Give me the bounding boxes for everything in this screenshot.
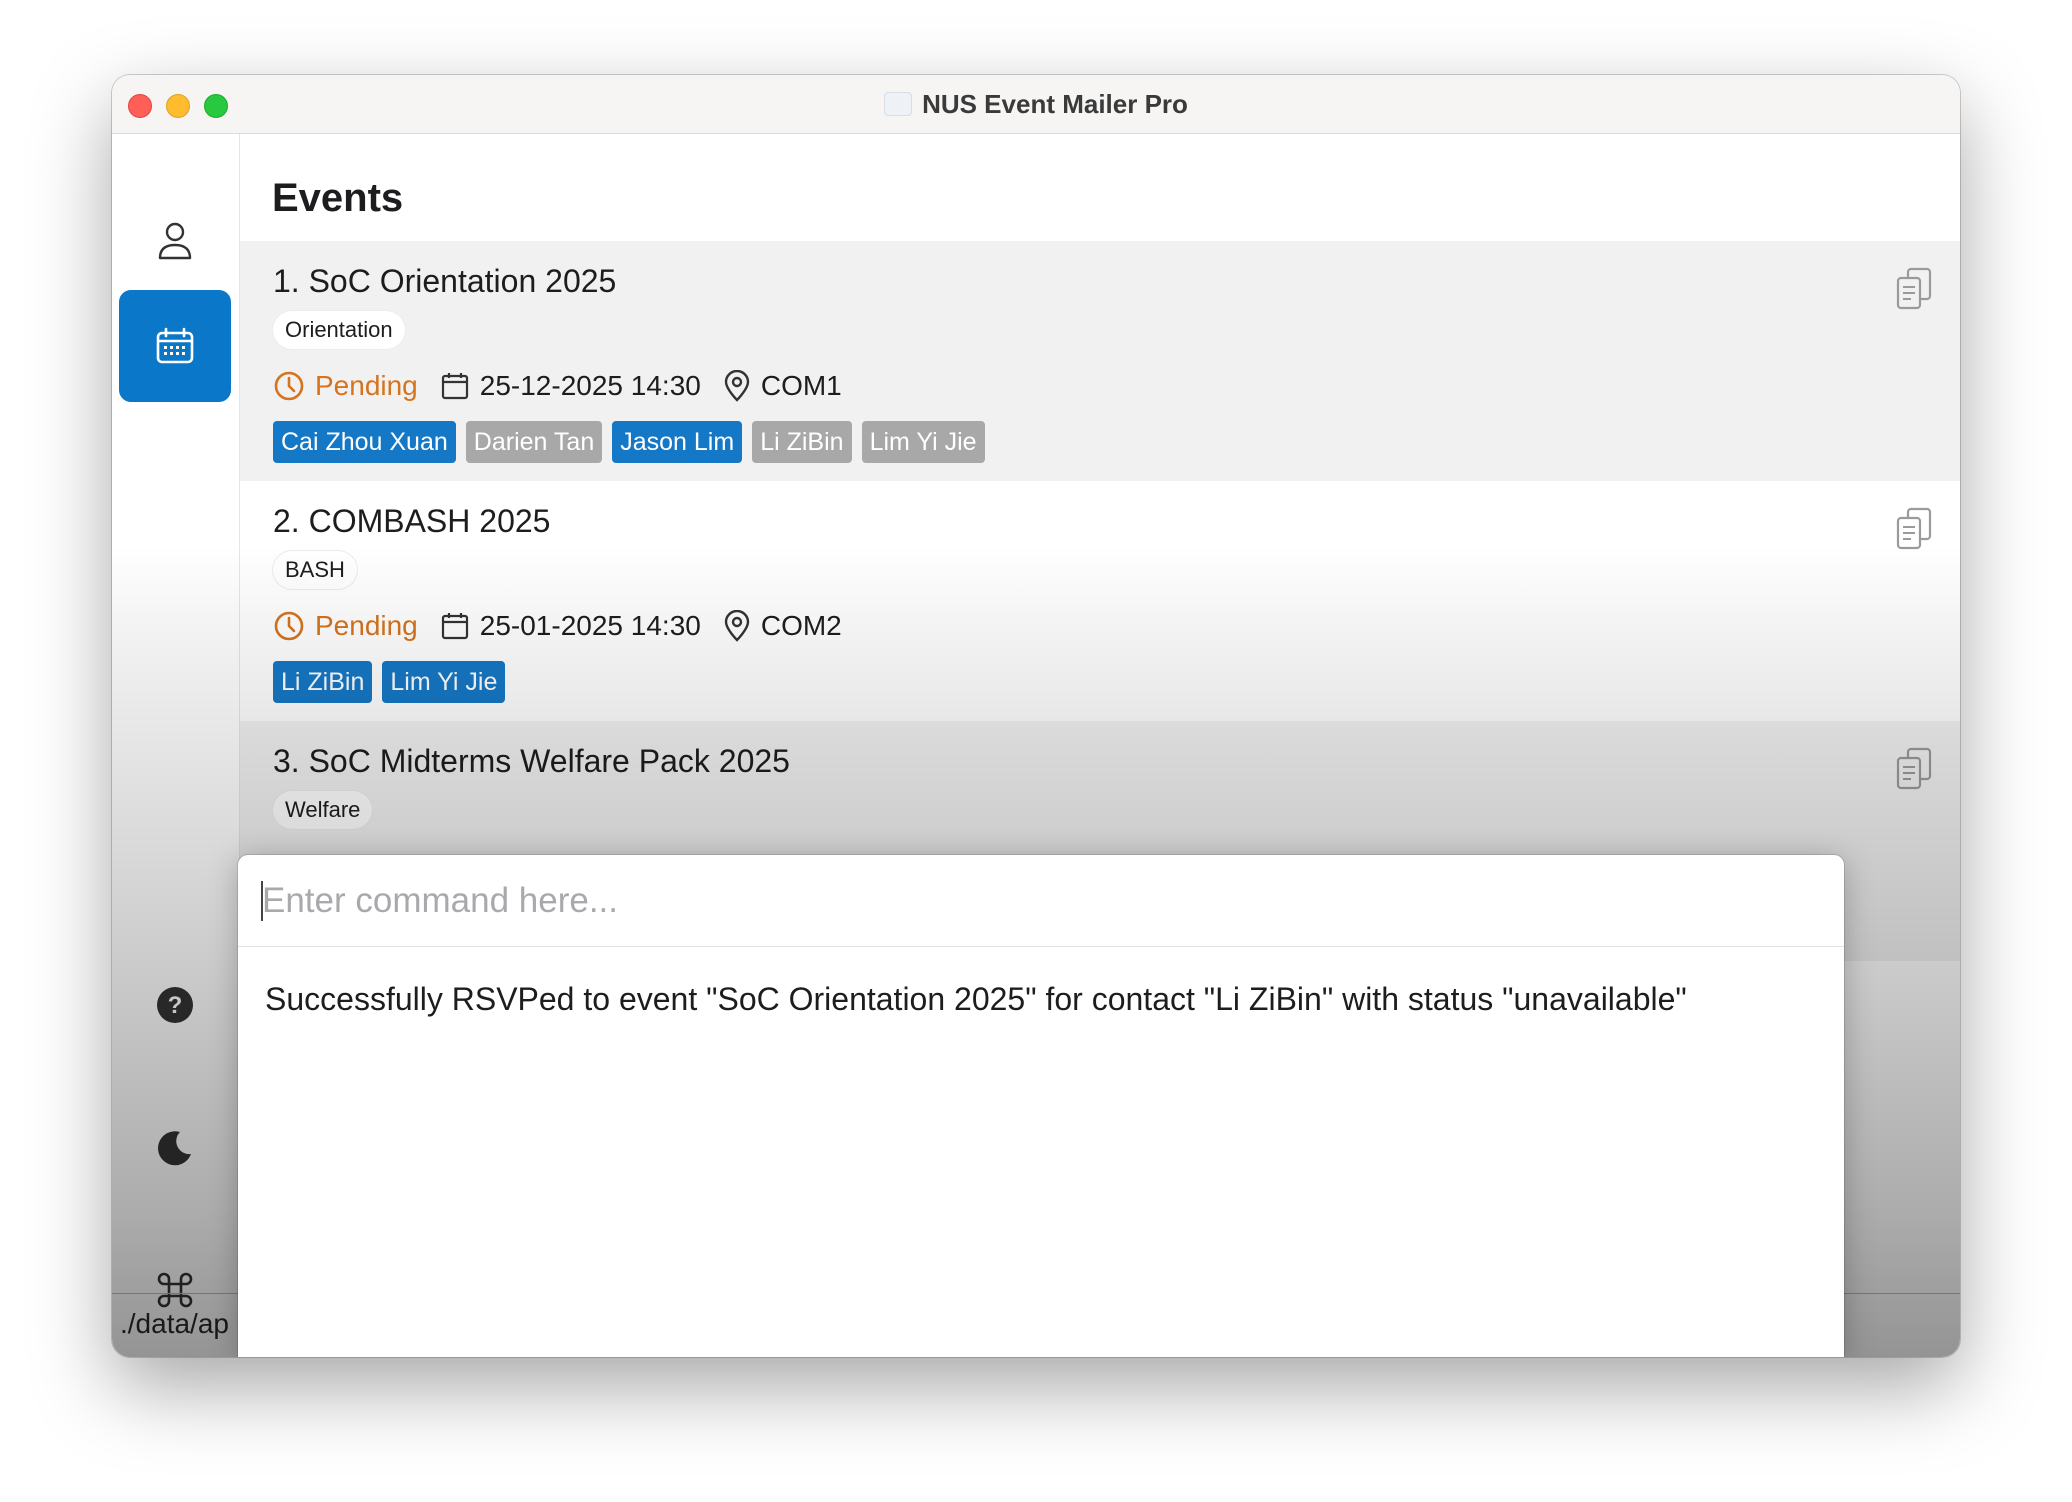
event-name: 1. SoC Orientation 2025 bbox=[273, 263, 617, 299]
clock-icon bbox=[274, 371, 304, 401]
contact-chip: Darien Tan bbox=[465, 421, 603, 463]
copy-icon[interactable] bbox=[1894, 507, 1934, 551]
svg-text:?: ? bbox=[168, 992, 183, 1019]
command-result: Successfully RSVPed to event "SoC Orient… bbox=[265, 981, 1687, 1017]
event-card[interactable]: 1. SoC Orientation 2025 Orientation Pend… bbox=[240, 241, 1960, 481]
contact-chip: Lim Yi Jie bbox=[382, 661, 506, 703]
calendar-icon bbox=[441, 613, 468, 640]
person-icon bbox=[158, 222, 192, 260]
event-meta: Pending 25-12-2025 14:30 COM1 bbox=[273, 367, 864, 405]
text-caret bbox=[261, 881, 263, 921]
event-meta: Pending 25-01-2025 14:30 COM2 bbox=[273, 607, 864, 645]
copy-icon[interactable] bbox=[1894, 267, 1934, 311]
event-datetime: 25-01-2025 14:30 bbox=[440, 610, 701, 642]
location-pin-icon bbox=[724, 370, 750, 402]
event-type-tag: Welfare bbox=[273, 791, 373, 829]
event-datetime: 25-12-2025 14:30 bbox=[440, 370, 701, 402]
title-bar: NUS Event Mailer Pro bbox=[112, 75, 1960, 134]
event-datetime-label: 25-01-2025 14:30 bbox=[479, 610, 701, 641]
event-location: COM2 bbox=[723, 610, 842, 642]
sidebar: ? bbox=[112, 134, 240, 1357]
event-type-tag: Orientation bbox=[273, 311, 405, 349]
app-window: NUS Event Mailer Pro ? Events 1. SoC Ori… bbox=[112, 75, 1960, 1357]
event-status: Pending bbox=[273, 370, 418, 402]
location-pin-icon bbox=[724, 610, 750, 642]
data-file-path: ./data/ap bbox=[120, 1308, 229, 1339]
contact-chip: Cai Zhou Xuan bbox=[273, 421, 456, 463]
clock-icon bbox=[274, 611, 304, 641]
sidebar-item-theme[interactable] bbox=[119, 1092, 231, 1204]
sidebar-item-help[interactable]: ? bbox=[119, 949, 231, 1061]
contact-chip: Li ZiBin bbox=[273, 661, 373, 703]
event-type-tag: BASH bbox=[273, 551, 357, 589]
contact-chip: Li ZiBin bbox=[752, 421, 852, 463]
contact-chips: Cai Zhou Xuan Darien Tan Jason Lim Li Zi… bbox=[273, 421, 985, 463]
contact-chip: Lim Yi Jie bbox=[861, 421, 985, 463]
contact-chips: Li ZiBin Lim Yi Jie bbox=[273, 661, 506, 703]
event-status-label: Pending bbox=[315, 370, 418, 401]
calendar-icon bbox=[441, 373, 468, 400]
event-datetime-label: 25-12-2025 14:30 bbox=[479, 370, 701, 401]
help-icon: ? bbox=[157, 987, 193, 1023]
calendar-icon bbox=[156, 327, 194, 364]
window-title: NUS Event Mailer Pro bbox=[922, 88, 1188, 119]
event-list: 1. SoC Orientation 2025 Orientation Pend… bbox=[240, 241, 1960, 961]
app-icon bbox=[884, 92, 913, 116]
event-location: COM1 bbox=[723, 370, 842, 402]
moon-icon bbox=[158, 1131, 191, 1166]
sidebar-item-contacts[interactable] bbox=[119, 186, 231, 298]
sidebar-item-events[interactable] bbox=[119, 290, 231, 402]
event-location-label: COM1 bbox=[760, 370, 842, 401]
command-panel: Successfully RSVPed to event "SoC Orient… bbox=[238, 855, 1844, 1357]
event-status-label: Pending bbox=[315, 610, 418, 641]
event-name: 2. COMBASH 2025 bbox=[273, 503, 551, 539]
event-location-label: COM2 bbox=[760, 610, 842, 641]
page-title: Events bbox=[272, 176, 404, 220]
event-name: 3. SoC Midterms Welfare Pack 2025 bbox=[273, 743, 790, 779]
command-input[interactable] bbox=[238, 855, 1844, 947]
event-card[interactable]: 2. COMBASH 2025 BASH Pending 25-01-2025 … bbox=[240, 481, 1960, 721]
event-status: Pending bbox=[273, 610, 418, 642]
window-title-group: NUS Event Mailer Pro bbox=[112, 75, 1960, 133]
copy-icon[interactable] bbox=[1894, 747, 1934, 791]
contact-chip: Jason Lim bbox=[612, 421, 743, 463]
